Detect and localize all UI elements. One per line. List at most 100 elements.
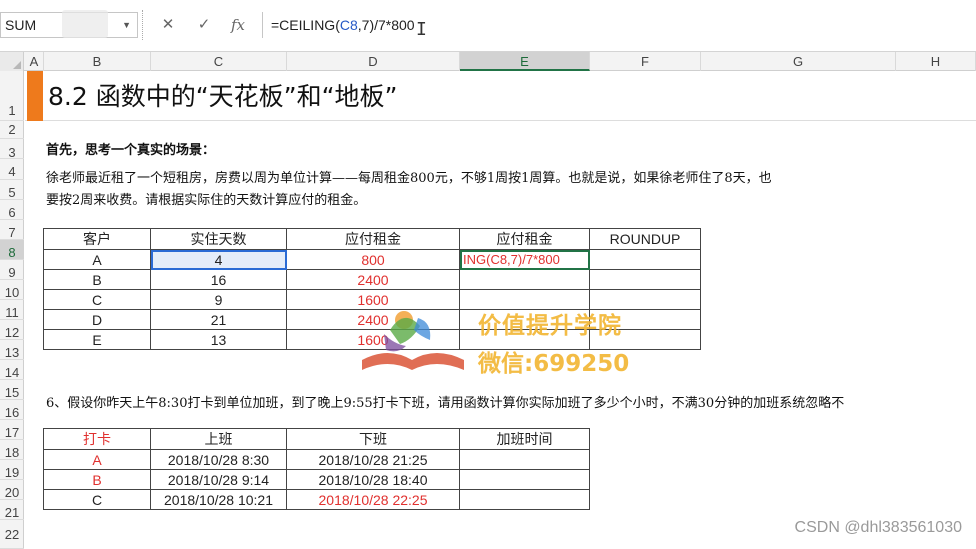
- column-header-d[interactable]: D: [287, 52, 460, 71]
- row-header-7[interactable]: 7: [0, 220, 24, 240]
- table-row: A 4 800 ING(C8,7)/7*800: [43, 249, 701, 270]
- row-header-1[interactable]: 1: [0, 71, 24, 121]
- header-start: 上班: [150, 428, 287, 450]
- column-header-e[interactable]: E: [460, 52, 590, 71]
- select-all-corner[interactable]: [0, 52, 24, 71]
- column-header-bar: A B C D E F G H: [0, 52, 976, 71]
- blurred-logo: [62, 10, 108, 38]
- row-header-4[interactable]: 4: [0, 159, 24, 180]
- row-header-15[interactable]: 15: [0, 380, 24, 400]
- header-overtime: 加班时间: [459, 428, 590, 450]
- cell-end[interactable]: 2018/10/28 22:25: [286, 489, 460, 510]
- watermark-logo-icon: [362, 311, 464, 370]
- row-header-11[interactable]: 11: [0, 300, 24, 320]
- row-header-8[interactable]: 8: [0, 240, 24, 260]
- row-header-3[interactable]: 3: [0, 139, 24, 160]
- header-rent-formula: 应付租金: [459, 228, 590, 250]
- title-accent-bar: [27, 71, 43, 121]
- cell-customer[interactable]: C: [43, 289, 151, 310]
- cell-days[interactable]: 21: [150, 309, 287, 330]
- watermark-title: 价值提升学院: [478, 313, 622, 339]
- cancel-icon[interactable]: ✕: [150, 12, 186, 38]
- cell-name[interactable]: A: [43, 449, 151, 470]
- intro-heading: 首先，思考一个真实的场景：: [46, 143, 216, 158]
- row-header-14[interactable]: 14: [0, 360, 24, 380]
- cell-start[interactable]: 2018/10/28 10:21: [150, 489, 287, 510]
- column-header-a[interactable]: A: [25, 52, 44, 71]
- cell-name[interactable]: B: [43, 469, 151, 490]
- row-header-16[interactable]: 16: [0, 400, 24, 420]
- row-header-20[interactable]: 20: [0, 480, 24, 500]
- table-header-row: 打卡 上班 下班 加班时间: [43, 428, 590, 450]
- row-header-13[interactable]: 13: [0, 340, 24, 360]
- row-header-17[interactable]: 17: [0, 420, 24, 440]
- column-header-h[interactable]: H: [896, 52, 976, 71]
- cell-customer[interactable]: D: [43, 309, 151, 330]
- cell-roundup[interactable]: [589, 249, 701, 270]
- cell-overtime[interactable]: [459, 469, 590, 490]
- name-box-value: SUM: [5, 17, 37, 33]
- header-end: 下班: [286, 428, 460, 450]
- table-row: C 2018/10/28 10:21 2018/10/28 22:25: [43, 489, 590, 510]
- cell-start[interactable]: 2018/10/28 8:30: [150, 449, 287, 470]
- table-header-row: 客户 实住天数 应付租金 应付租金 ROUNDUP: [43, 228, 701, 250]
- column-header-g[interactable]: G: [701, 52, 896, 71]
- formula-input[interactable]: =CEILING(C8,7)/7*800: [262, 12, 976, 38]
- row-header-9[interactable]: 9: [0, 260, 24, 280]
- table-row: A 2018/10/28 8:30 2018/10/28 21:25: [43, 449, 590, 470]
- row-header-12[interactable]: 12: [0, 320, 24, 340]
- header-days: 实住天数: [150, 228, 287, 250]
- cell-customer[interactable]: B: [43, 269, 151, 290]
- cell-overtime[interactable]: [459, 489, 590, 510]
- row-header-5[interactable]: 5: [0, 180, 24, 200]
- formula-suffix: ,7)/7*800: [357, 17, 415, 33]
- formula-cell-ref: C8: [339, 17, 358, 33]
- header-customer: 客户: [43, 228, 151, 250]
- enter-icon[interactable]: ✓: [186, 12, 222, 38]
- cell-days[interactable]: 13: [150, 329, 287, 350]
- formula-bar-separator: [142, 10, 144, 40]
- cell-rent[interactable]: 2400: [286, 269, 460, 290]
- table-row: B 16 2400: [43, 269, 701, 290]
- title-banner: 8.2 函数中的“天花板”和“地板”: [25, 71, 976, 121]
- cell-formula[interactable]: [459, 269, 590, 290]
- row-header-22[interactable]: 22: [0, 520, 24, 549]
- watermark-wechat: 微信:699250: [478, 351, 630, 377]
- question-6: 6、假设你昨天上午8:30打卡到单位加班，到了晚上9:55打卡下班，请用函数计算…: [46, 396, 845, 411]
- text-cursor-icon: I: [416, 19, 427, 40]
- cell-customer[interactable]: A: [43, 249, 151, 270]
- row-header-18[interactable]: 18: [0, 440, 24, 460]
- cell-overtime[interactable]: [459, 449, 590, 470]
- overtime-table: 打卡 上班 下班 加班时间 A 2018/10/28 8:30 2018/10/…: [43, 428, 590, 510]
- cell-formula-editing[interactable]: ING(C8,7)/7*800: [459, 249, 590, 270]
- cell-end[interactable]: 2018/10/28 21:25: [286, 449, 460, 470]
- row-header-bar: 1 2 3 4 5 6 7 8 9 10 11 12 13 14 15 16 1…: [0, 71, 24, 549]
- header-rent: 应付租金: [286, 228, 460, 250]
- cell-days[interactable]: 16: [150, 269, 287, 290]
- column-header-c[interactable]: C: [151, 52, 287, 71]
- insert-function-icon[interactable]: fx: [220, 12, 256, 38]
- cell-start[interactable]: 2018/10/28 9:14: [150, 469, 287, 490]
- formula-prefix: =CEILING(: [271, 17, 340, 33]
- cell-name[interactable]: C: [43, 489, 151, 510]
- row-header-6[interactable]: 6: [0, 200, 24, 220]
- cell-end[interactable]: 2018/10/28 18:40: [286, 469, 460, 490]
- intro-line-1: 徐老师最近租了一个短租房，房费以周为单位计算——每周租金800元，不够1周按1周…: [46, 171, 772, 186]
- row-header-19[interactable]: 19: [0, 460, 24, 480]
- cell-rent[interactable]: 800: [286, 249, 460, 270]
- cell-days-selected[interactable]: 4: [150, 249, 287, 270]
- row-header-10[interactable]: 10: [0, 280, 24, 300]
- column-header-f[interactable]: F: [590, 52, 701, 71]
- chevron-down-icon[interactable]: ▼: [122, 13, 131, 37]
- cell-customer[interactable]: E: [43, 329, 151, 350]
- csdn-credit: CSDN @dhl383561030: [794, 519, 962, 536]
- cell-days[interactable]: 9: [150, 289, 287, 310]
- header-roundup: ROUNDUP: [589, 228, 701, 250]
- cell-roundup[interactable]: [589, 269, 701, 290]
- row-header-2[interactable]: 2: [0, 121, 24, 139]
- formula-bar: SUM ▼ ✕ ✓ fx =CEILING(C8,7)/7*800 I: [0, 0, 976, 52]
- page-title: 8.2 函数中的“天花板”和“地板”: [48, 82, 398, 111]
- column-header-b[interactable]: B: [44, 52, 151, 71]
- row-header-21[interactable]: 21: [0, 500, 24, 520]
- intro-line-2: 要按2周来收费。请根据实际住的天数计算应付的租金。: [46, 193, 367, 208]
